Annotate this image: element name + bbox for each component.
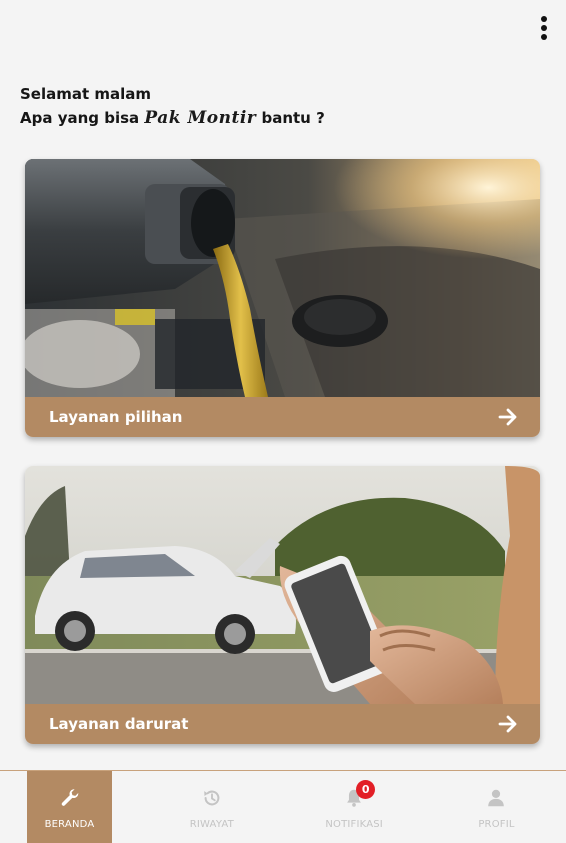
nav-item-riwayat[interactable]: RIWAYAT xyxy=(169,771,254,843)
service-card-bar: Layanan pilihan xyxy=(25,397,540,437)
service-card-label: Layanan pilihan xyxy=(49,408,183,426)
service-card-bar: Layanan darurat xyxy=(25,704,540,744)
more-options-button[interactable] xyxy=(536,14,552,42)
service-card-emergency[interactable]: Layanan darurat xyxy=(25,466,540,744)
arrow-right-icon xyxy=(498,715,517,733)
history-icon xyxy=(197,785,227,811)
dot xyxy=(541,25,547,31)
nav-label: BERANDA xyxy=(44,818,95,830)
bottom-navigation: BERANDA RIWAYAT 0 NOTIFIKASI PROFIL xyxy=(0,770,566,843)
greeting-prefix: Apa yang bisa xyxy=(20,109,140,127)
engine-oil-pouring-photo xyxy=(25,159,540,397)
nav-label: NOTIFIKASI xyxy=(325,818,383,830)
person-icon xyxy=(481,785,511,811)
nav-label: PROFIL xyxy=(478,818,515,830)
nav-item-beranda[interactable]: BERANDA xyxy=(27,771,112,843)
greeting: Selamat malam Apa yang bisa Pak Montir b… xyxy=(20,82,325,130)
service-card-selected[interactable]: Layanan pilihan xyxy=(25,159,540,437)
greeting-line-2: Apa yang bisa Pak Montir bantu ? xyxy=(20,106,325,130)
notification-badge: 0 xyxy=(356,779,376,799)
bell-icon: 0 xyxy=(339,779,376,811)
nav-item-notifikasi[interactable]: 0 NOTIFIKASI xyxy=(312,771,397,843)
dot xyxy=(541,16,547,22)
nav-label: RIWAYAT xyxy=(189,818,234,830)
service-card-label: Layanan darurat xyxy=(49,715,189,733)
hand-phone-broken-car-photo xyxy=(25,466,540,704)
dot xyxy=(541,34,547,40)
brand-name: Pak Montir xyxy=(144,108,257,128)
arrow-right-icon xyxy=(498,408,517,426)
greeting-line-1: Selamat malam xyxy=(20,85,152,103)
wrench-icon xyxy=(55,785,85,811)
greeting-suffix: bantu ? xyxy=(261,109,325,127)
nav-item-profil[interactable]: PROFIL xyxy=(454,771,539,843)
